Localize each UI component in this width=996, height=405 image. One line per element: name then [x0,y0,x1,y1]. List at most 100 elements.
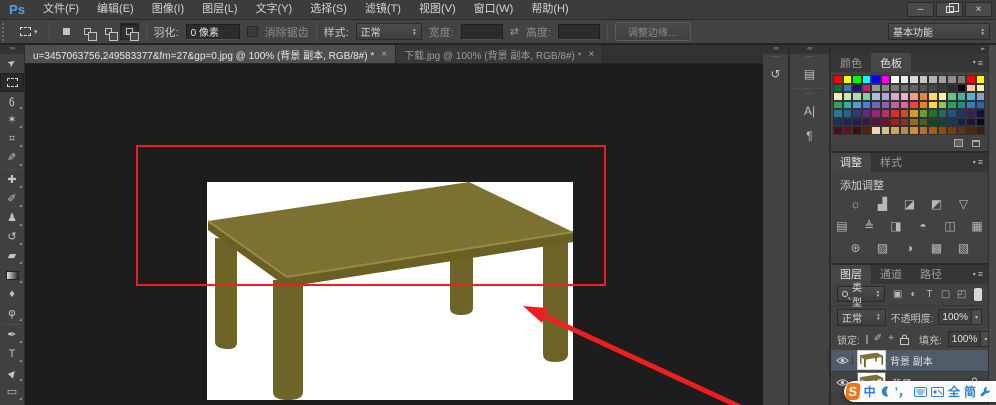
blur-tool[interactable]: ♦ [0,285,24,304]
color-swatch[interactable] [919,101,929,110]
color-swatch[interactable] [938,101,948,110]
color-swatch[interactable] [871,118,881,127]
color-swatch[interactable] [976,75,986,84]
color-swatch[interactable] [881,109,891,118]
color-swatch[interactable] [833,84,843,93]
filter-switch[interactable] [974,288,982,301]
tab-close-icon[interactable]: × [381,49,387,60]
brush-tool[interactable]: ✐ [0,190,24,209]
swap-width-height-icon[interactable]: ⇄ [510,25,519,38]
color-swatch[interactable] [947,109,957,118]
close-button[interactable]: × [965,2,992,17]
black-white-icon[interactable]: ◨ [887,219,905,234]
color-swatch[interactable] [862,109,872,118]
restore-button[interactable] [936,2,963,17]
color-swatch[interactable] [900,92,910,101]
color-swatch[interactable] [966,75,976,84]
color-swatch[interactable] [852,126,862,135]
properties-panel-icon[interactable]: ▤ [790,61,829,86]
type-tool[interactable]: T [0,345,24,364]
color-swatch[interactable] [852,92,862,101]
color-swatch[interactable] [928,75,938,84]
tool-preset-picker[interactable]: ▾ [16,25,42,38]
color-swatch[interactable] [862,92,872,101]
color-swatch[interactable] [919,84,929,93]
threshold-icon[interactable]: ◑ [901,241,919,256]
filter-shape-layers-icon[interactable]: ▢ [939,289,952,300]
color-swatch[interactable] [966,126,976,135]
lasso-tool[interactable]: ∂ [0,92,24,111]
color-swatch[interactable] [909,75,919,84]
sogou-logo[interactable]: S [845,383,860,400]
ime-chinese-mode[interactable]: 中 [864,386,876,398]
menu-item[interactable]: 选择(S) [301,0,356,19]
history-panel-icon[interactable]: ↺ [763,61,788,86]
clone-stamp-tool[interactable]: ♟ [0,209,24,228]
drag-handle[interactable]: ┄┄ [771,54,779,61]
color-swatch[interactable] [890,92,900,101]
channel-mixer-icon[interactable]: ◫ [941,219,959,234]
color-swatch[interactable] [938,92,948,101]
rectangular-marquee-tool[interactable] [0,73,24,92]
color-swatch[interactable] [947,84,957,93]
color-swatch[interactable] [938,84,948,93]
color-swatch[interactable] [833,118,843,127]
color-swatch[interactable] [890,101,900,110]
menu-item[interactable]: 帮助(H) [522,0,577,19]
color-swatch[interactable] [871,75,881,84]
eyedropper-tool[interactable]: ✎ [0,149,24,168]
tab-styles[interactable]: 样式 [871,153,911,172]
tab-adjustments[interactable]: 调整 [831,153,871,172]
feather-input[interactable]: 0 像素 [186,24,240,40]
filter-kind-select[interactable]: 类型 [837,286,885,302]
minimize-button[interactable]: – [907,2,934,17]
drag-handle[interactable]: ┄┄ [805,54,813,61]
eraser-tool[interactable]: ▰ [0,247,24,266]
menu-item[interactable]: 文件(F) [34,0,88,19]
dock-expand-button[interactable]: ▸▸ [831,45,988,53]
brightness-contrast-icon[interactable]: ☼ [847,197,865,212]
color-swatch[interactable] [900,75,910,84]
menu-item[interactable]: 文字(Y) [247,0,302,19]
style-select[interactable]: 正常 [356,23,422,40]
color-swatch[interactable] [890,75,900,84]
color-swatch[interactable] [928,126,938,135]
pen-tool[interactable]: ✒ [0,326,24,345]
tab-color[interactable]: 颜色 [831,53,871,72]
color-swatch[interactable] [928,109,938,118]
blend-mode-select[interactable]: 正常 [837,309,886,326]
color-swatch[interactable] [871,92,881,101]
color-swatch[interactable] [900,84,910,93]
color-swatch[interactable] [871,109,881,118]
color-swatch[interactable] [862,75,872,84]
color-swatch[interactable] [919,75,929,84]
color-swatch[interactable] [852,118,862,127]
color-swatch[interactable] [909,84,919,93]
color-swatch[interactable] [947,118,957,127]
color-swatch[interactable] [976,92,986,101]
color-swatch[interactable] [852,101,862,110]
color-swatch[interactable] [976,118,986,127]
filter-pixel-layers-icon[interactable]: ▣ [891,289,904,300]
color-swatch[interactable] [843,101,853,110]
color-swatch[interactable] [957,126,967,135]
color-swatch[interactable] [871,126,881,135]
color-swatch[interactable] [966,84,976,93]
color-swatch[interactable] [976,126,986,135]
color-swatch[interactable] [938,118,948,127]
color-swatch[interactable] [881,84,891,93]
color-swatch[interactable] [909,101,919,110]
color-swatch[interactable] [966,92,976,101]
canvas[interactable] [25,64,763,405]
color-swatch[interactable] [947,75,957,84]
panel-menu-icon[interactable]: ≡ [973,265,988,284]
refine-edge-button[interactable]: 调整边缘… [615,22,691,41]
color-swatch[interactable] [947,101,957,110]
color-swatch[interactable] [919,109,929,118]
color-swatch[interactable] [890,118,900,127]
color-swatch[interactable] [947,92,957,101]
menu-item[interactable]: 窗口(W) [465,0,523,19]
width-input[interactable] [461,24,503,40]
invert-icon[interactable]: ⊛ [847,241,865,256]
lock-transparency-icon[interactable] [866,335,868,344]
